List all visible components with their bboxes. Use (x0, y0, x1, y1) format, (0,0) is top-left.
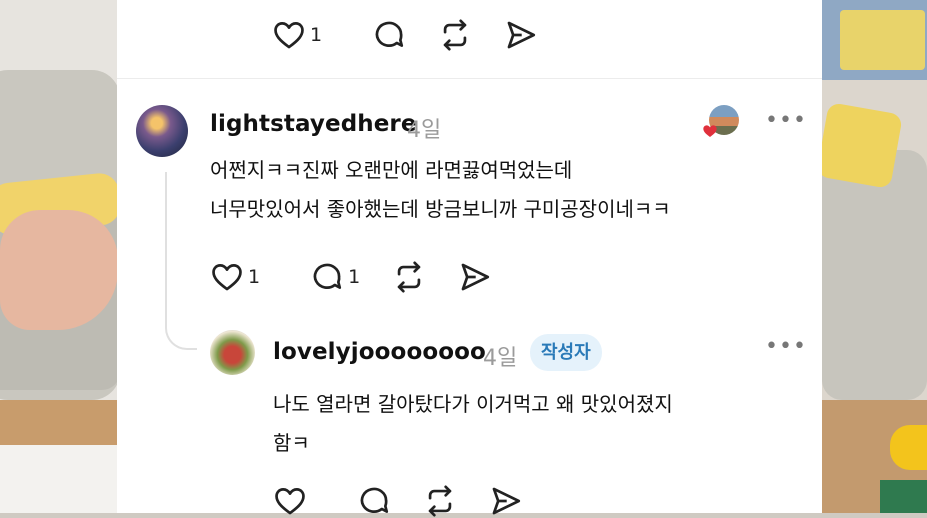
repost-icon (397, 261, 421, 293)
reply-time: 4일 (483, 346, 518, 371)
comment-text-line: 어쩐지ㅋㅋ진짜 오랜만에 라면끓여먹었는데 (210, 158, 573, 182)
heart-icon (212, 264, 242, 291)
repost-icon (443, 19, 467, 51)
post-action-bar: 1 (117, 0, 822, 79)
like-count: 1 (248, 266, 261, 288)
comment-username[interactable]: lightstayedhere (210, 111, 417, 137)
reply-text: 나도 열라면 갈아탔다가 이거먹고 왜 맛있어졌지 함ㅋ (273, 385, 673, 463)
repost-button[interactable] (392, 260, 426, 294)
heart-icon (703, 125, 717, 137)
reply-count: 1 (348, 266, 361, 288)
send-icon (461, 263, 490, 291)
comment-icon (375, 21, 404, 47)
comment-time: 4일 (407, 118, 442, 143)
comment-icon (313, 263, 342, 289)
comment-like-button[interactable]: 1 (210, 260, 260, 294)
author-badge: 작성자 (530, 334, 602, 371)
avatar[interactable] (210, 330, 255, 375)
reply-username[interactable]: lovelyjoooooooo (273, 339, 486, 365)
reply-text-line: 나도 열라면 갈아탔다가 이거먹고 왜 맛있어졌지 (273, 392, 673, 416)
share-button[interactable] (504, 18, 538, 52)
send-icon (507, 21, 536, 49)
avatar[interactable] (136, 105, 188, 157)
more-options-button[interactable]: ••• (765, 108, 807, 133)
comment-button[interactable] (372, 18, 406, 52)
like-count: 1 (310, 24, 323, 46)
comment-text-line: 너무맛있어서 좋아했는데 방금보니까 구미공장이네ㅋㅋ (210, 197, 671, 221)
comment-reply-button[interactable]: 1 (310, 260, 360, 294)
reply-text-line: 함ㅋ (273, 431, 310, 455)
repost-button[interactable] (438, 18, 472, 52)
share-button[interactable] (458, 260, 492, 294)
comment-text: 어쩐지ㅋㅋ진짜 오랜만에 라면끓여먹었는데 너무맛있어서 좋아했는데 방금보니까… (210, 151, 671, 229)
heart-icon (274, 22, 304, 49)
like-button[interactable]: 1 (272, 18, 322, 52)
comments-panel: 1 lightstayedhere 4일 ••• 어쩐지ㅋㅋ진짜 오랜만에 라면… (117, 0, 822, 517)
more-options-button[interactable]: ••• (765, 334, 807, 359)
thread-connector-line (165, 172, 197, 350)
